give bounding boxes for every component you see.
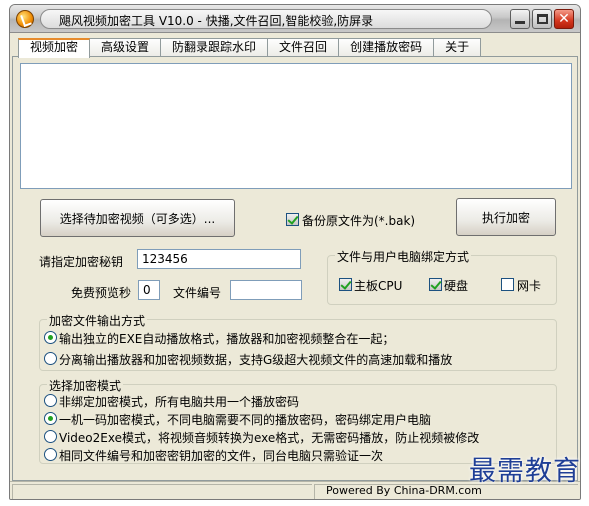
output-exe-radio[interactable] [44, 331, 57, 344]
file-number-label: 文件编号 [173, 286, 222, 300]
status-text: Powered By China-DRM.com [326, 484, 482, 497]
app-logo-icon [16, 10, 34, 28]
binding-disk-label: 硬盘 [444, 279, 469, 293]
output-exe-label: 输出独立的EXE自动播放格式，播放器和加密视频整合在一起； [59, 332, 395, 346]
app-window: 飓风视频加密工具 V10.0 - 快播,文件召回,智能校验,防屏录 ✕ 视频加密… [9, 4, 581, 500]
minimize-button[interactable] [510, 9, 530, 29]
maximize-icon [537, 14, 548, 24]
output-group-title: 加密文件输出方式 [47, 312, 148, 329]
execute-encrypt-button[interactable]: 执行加密 [456, 198, 556, 236]
tab-file-recall[interactable]: 文件召回 [267, 38, 340, 57]
tab-about[interactable]: 关于 [433, 38, 482, 57]
close-button[interactable]: ✕ [554, 9, 574, 29]
output-separate-label: 分离输出播放器和加密视频数据，支持G级超大视频文件的高速加载和播放 [59, 353, 453, 367]
mode-one-machine-radio[interactable] [44, 412, 57, 425]
video-encrypt-panel: 选择待加密视频（可多选）... 备份原文件为(*.bak) 执行加密 请指定加密… [12, 56, 578, 481]
tab-create-play-password[interactable]: 创建播放密码 [338, 38, 435, 57]
minimize-icon [515, 21, 525, 24]
title-bar[interactable]: 飓风视频加密工具 V10.0 - 快播,文件召回,智能校验,防屏录 ✕ [10, 5, 580, 33]
key-label: 请指定加密秘钥 [39, 255, 124, 269]
binding-disk-checkbox[interactable] [429, 278, 442, 291]
preview-seconds-label: 免费预览秒 [71, 286, 132, 300]
log-output[interactable] [20, 63, 572, 189]
mode-video2exe-label: Video2Exe模式，将视频音频转换为exe格式，无需密码播放，防止视频被修改 [59, 431, 480, 445]
preview-seconds-input[interactable] [138, 280, 160, 300]
maximize-button[interactable] [532, 9, 552, 29]
tab-anti-record-watermark[interactable]: 防翻录跟踪水印 [160, 38, 269, 57]
backup-label: 备份原文件为(*.bak) [302, 214, 416, 228]
select-videos-button[interactable]: 选择待加密视频（可多选）... [40, 199, 235, 237]
file-number-input[interactable] [230, 280, 302, 300]
binding-nic-label: 网卡 [517, 279, 542, 293]
backup-checkbox[interactable] [286, 213, 299, 226]
title-pill: 飓风视频加密工具 V10.0 - 快播,文件召回,智能校验,防屏录 [40, 9, 492, 29]
mode-group-title: 选择加密模式 [47, 377, 124, 394]
window-title: 飓风视频加密工具 V10.0 - 快播,文件召回,智能校验,防屏录 [59, 14, 374, 28]
mode-unbound-radio[interactable] [44, 394, 57, 407]
status-cell-left [12, 484, 312, 499]
mode-same-file-label: 相同文件编号和加密密钥加密的文件，同台电脑只需验证一次 [59, 449, 384, 463]
binding-nic-checkbox[interactable] [501, 278, 514, 291]
mode-same-file-radio[interactable] [44, 448, 57, 461]
output-group: 加密文件输出方式 输出独立的EXE自动播放格式，播放器和加密视频整合在一起； 分… [39, 312, 557, 371]
binding-group: 文件与用户电脑绑定方式 主板CPU 硬盘 网卡 [327, 248, 557, 305]
mode-one-machine-label: 一机一码加密模式，不同电脑需要不同的播放密码，密码绑定用户电脑 [59, 413, 432, 427]
binding-cpu-checkbox[interactable] [339, 278, 352, 291]
watermark-text: 最需教育 [469, 456, 581, 487]
binding-group-title: 文件与用户电脑绑定方式 [335, 248, 472, 265]
mode-video2exe-radio[interactable] [44, 430, 57, 443]
tab-advanced-settings[interactable]: 高级设置 [89, 38, 162, 57]
encryption-key-input[interactable] [137, 249, 301, 269]
tab-strip: 视频加密 高级设置 防翻录跟踪水印 文件召回 创建播放密码 关于 [18, 38, 482, 58]
binding-cpu-label: 主板CPU [354, 279, 403, 293]
output-separate-radio[interactable] [44, 352, 57, 365]
close-icon: ✕ [558, 11, 570, 27]
tab-video-encrypt[interactable]: 视频加密 [18, 38, 91, 58]
mode-unbound-label: 非绑定加密模式，所有电脑共用一个播放密码 [59, 395, 300, 409]
